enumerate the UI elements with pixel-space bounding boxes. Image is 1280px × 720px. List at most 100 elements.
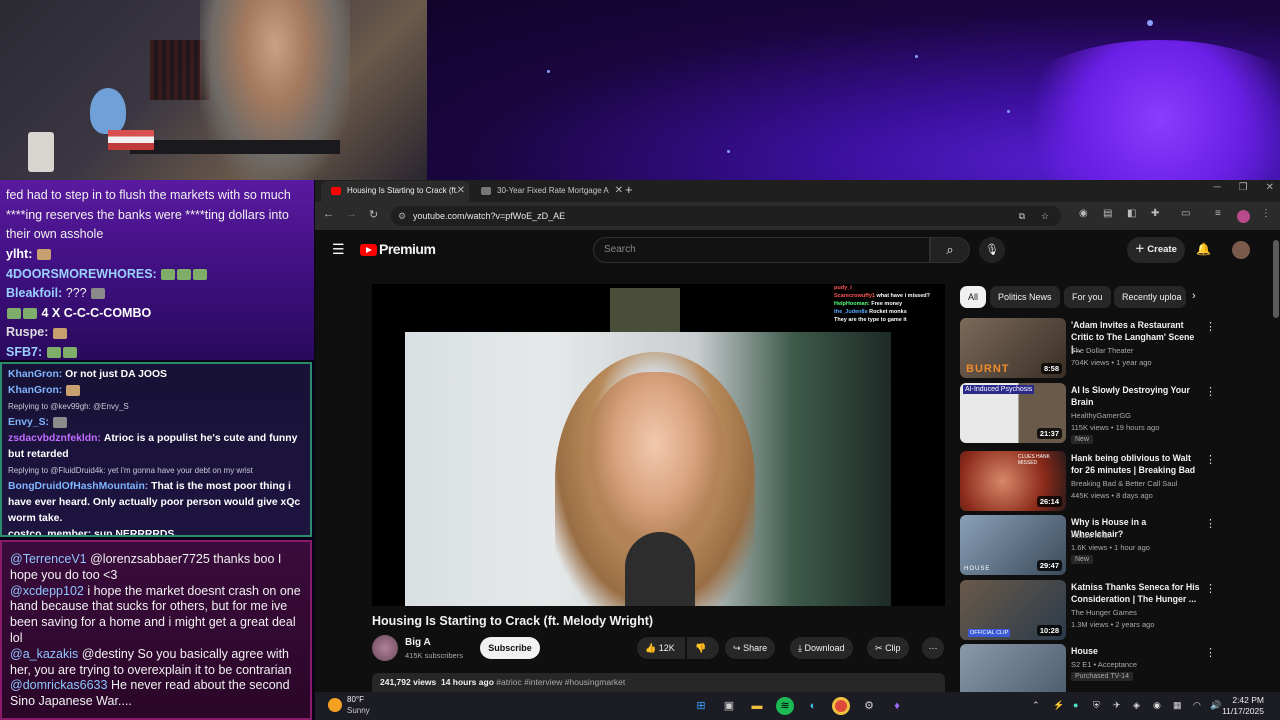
create-button[interactable]: ＋ Create	[1127, 237, 1185, 263]
search-button[interactable]: ⌕	[930, 237, 970, 263]
tray-app-icon[interactable]: ▦	[1173, 700, 1182, 711]
chip-all[interactable]: All	[960, 286, 987, 308]
task-view-icon[interactable]: ▣	[720, 697, 738, 715]
obs-icon[interactable]: ♦	[888, 697, 906, 715]
sidebar-icon[interactable]: ▭	[1181, 208, 1190, 219]
video-thumbnail[interactable]: AI-Induced Psychosis 21:37	[960, 383, 1066, 443]
chevron-right-icon[interactable]: ›	[1192, 290, 1196, 302]
edge-icon[interactable]: ◐	[804, 697, 822, 715]
spotify-icon[interactable]: ≋	[776, 697, 794, 715]
video-thumbnail[interactable]: BURNT 8:58	[960, 318, 1066, 378]
dislike-button[interactable]: 👎	[687, 637, 719, 659]
tray-expand-icon[interactable]: ⌃	[1032, 700, 1040, 711]
extension-icon[interactable]: ◧	[1127, 208, 1136, 219]
more-icon[interactable]: ⋮	[1205, 517, 1216, 530]
address-bar[interactable]: ⚙ youtube.com/watch?v=pfWoE_zD_AE ⧉ ☆	[391, 206, 1061, 226]
tray-app-icon[interactable]: ●	[1073, 700, 1078, 710]
video-thumbnail[interactable]	[960, 644, 1066, 692]
more-icon[interactable]: ⋮	[1205, 582, 1216, 595]
tray-app-icon[interactable]: ⚡	[1053, 700, 1064, 711]
install-app-icon[interactable]: ⧉	[1019, 206, 1025, 226]
more-icon[interactable]: ⋮	[1205, 320, 1216, 333]
coffee-cup	[28, 132, 54, 172]
wifi-icon[interactable]: ◠	[1193, 700, 1201, 711]
page-scrollbar[interactable]	[1273, 240, 1279, 318]
chip-politics-news[interactable]: Politics News	[990, 286, 1060, 308]
chrome-icon[interactable]	[832, 697, 850, 715]
reload-icon[interactable]: ↻	[369, 208, 378, 221]
close-window-icon[interactable]: ✕	[1266, 182, 1274, 193]
chip-for-you[interactable]: For you	[1064, 286, 1111, 308]
recommended-video[interactable]: OFFICIAL CLIP 10:28 Katniss Thanks Senec…	[960, 580, 1270, 642]
more-icon[interactable]: ⋮	[1205, 646, 1216, 659]
description-box[interactable]: 241,792 views 14 hours ago #atrioc #inte…	[372, 673, 945, 692]
recommended-video[interactable]: HOUSE 29:47 Why is House in a Wheelchair…	[960, 515, 1270, 577]
extension-icon[interactable]: ▤	[1103, 208, 1112, 219]
download-button[interactable]: ⤓ Download	[790, 637, 853, 659]
channel-name[interactable]: Breaking Bad & Better Call Saul	[1071, 479, 1177, 488]
tray-app-icon[interactable]: ✈	[1113, 700, 1121, 711]
back-icon[interactable]: ←	[323, 208, 334, 220]
more-actions-button[interactable]: ⋯	[922, 637, 944, 659]
bookmark-star-icon[interactable]: ☆	[1041, 206, 1049, 226]
weather-sun-icon[interactable]	[328, 698, 342, 712]
more-icon[interactable]: ⋮	[1205, 385, 1216, 398]
channel-name[interactable]: House M.D.	[1071, 531, 1111, 540]
clip-button[interactable]: ✂ Clip	[867, 637, 909, 659]
channel-name[interactable]: Big A	[405, 637, 431, 648]
channel-name[interactable]: HealthyGamerGG	[1071, 411, 1131, 420]
video-thumbnail[interactable]: HOUSE 29:47	[960, 515, 1066, 575]
chip-recently-uploaded[interactable]: Recently uploa	[1114, 286, 1186, 308]
video-title[interactable]: House	[1071, 645, 1201, 657]
extensions-puzzle-icon[interactable]: ✚	[1151, 208, 1159, 219]
video-title[interactable]: Hank being oblivious to Walt for 26 minu…	[1071, 452, 1201, 476]
profile-avatar[interactable]	[1237, 210, 1250, 223]
weather-temperature[interactable]: 80°F	[347, 695, 364, 704]
recommended-video[interactable]: House S2 E1 • Acceptance Purchased TV-14…	[960, 644, 1270, 692]
video-title: Housing Is Starting to Crack (ft. Melody…	[372, 614, 654, 628]
channel-name[interactable]: The Hunger Games	[1071, 608, 1137, 617]
more-icon[interactable]: ⋮	[1205, 453, 1216, 466]
video-thumbnail[interactable]: CLUES HANK MISSED 26:14	[960, 451, 1066, 511]
volume-icon[interactable]: 🔊	[1210, 700, 1221, 711]
tray-app-icon[interactable]: ⛨	[1093, 700, 1100, 711]
tab-mortgage[interactable]: 30-Year Fixed Rate Mortgage A ✕	[471, 181, 627, 202]
window-controls: ─ ❐ ✕	[1214, 182, 1274, 193]
video-frame	[405, 332, 891, 606]
site-info-icon[interactable]: ⚙	[398, 206, 406, 226]
recommended-video[interactable]: CLUES HANK MISSED 26:14 Hank being obliv…	[960, 451, 1270, 513]
channel-name[interactable]: The Dollar Theater	[1071, 346, 1133, 355]
hamburger-menu-icon[interactable]: ☰	[332, 241, 345, 258]
video-title[interactable]: AI Is Slowly Destroying Your Brain	[1071, 384, 1201, 408]
file-explorer-icon[interactable]: ▬	[748, 697, 766, 715]
youtube-logo-text[interactable]: Premium	[379, 241, 436, 257]
video-title[interactable]: Katniss Thanks Seneca for His Considerat…	[1071, 581, 1201, 605]
video-player[interactable]: pudy_i Scarecrowuffy1 what have i missed…	[372, 284, 945, 606]
youtube-logo-icon[interactable]	[360, 244, 377, 256]
search-input[interactable]: Search	[593, 237, 930, 263]
close-tab-icon[interactable]: ✕	[457, 181, 465, 200]
menu-icon[interactable]: ⋮	[1261, 208, 1271, 219]
system-clock[interactable]: 2:42 PM 11/17/2025	[1222, 695, 1264, 717]
like-button[interactable]: 👍 12K	[637, 637, 685, 659]
recommended-video[interactable]: AI-Induced Psychosis 21:37 AI Is Slowly …	[960, 383, 1270, 445]
tray-app-icon[interactable]: ◈	[1133, 700, 1140, 711]
minimize-icon[interactable]: ─	[1214, 182, 1221, 193]
account-avatar[interactable]	[1232, 241, 1250, 259]
recommended-video[interactable]: BURNT 8:58 'Adam Invites a Restaurant Cr…	[960, 318, 1270, 380]
subscribe-button[interactable]: Subscribe	[480, 637, 540, 659]
new-tab-button[interactable]: +	[621, 181, 641, 202]
media-icon[interactable]: ≡	[1215, 208, 1221, 219]
start-button-icon[interactable]: ⊞	[692, 697, 710, 715]
share-button[interactable]: ↪ Share	[725, 637, 776, 659]
notifications-bell-icon[interactable]: 🔔	[1196, 242, 1211, 256]
tab-youtube[interactable]: Housing Is Starting to Crack (ft. ✕	[321, 181, 469, 202]
channel-avatar[interactable]	[372, 635, 398, 661]
tray-app-icon[interactable]: ◉	[1153, 700, 1161, 711]
maximize-icon[interactable]: ❐	[1239, 182, 1248, 193]
video-thumbnail[interactable]: OFFICIAL CLIP 10:28	[960, 580, 1066, 640]
app-icon[interactable]: ⚙	[860, 697, 878, 715]
extension-icon[interactable]: ◉	[1079, 208, 1088, 219]
forward-icon[interactable]: →	[346, 208, 357, 220]
voice-search-button[interactable]: 🎙	[979, 237, 1005, 263]
